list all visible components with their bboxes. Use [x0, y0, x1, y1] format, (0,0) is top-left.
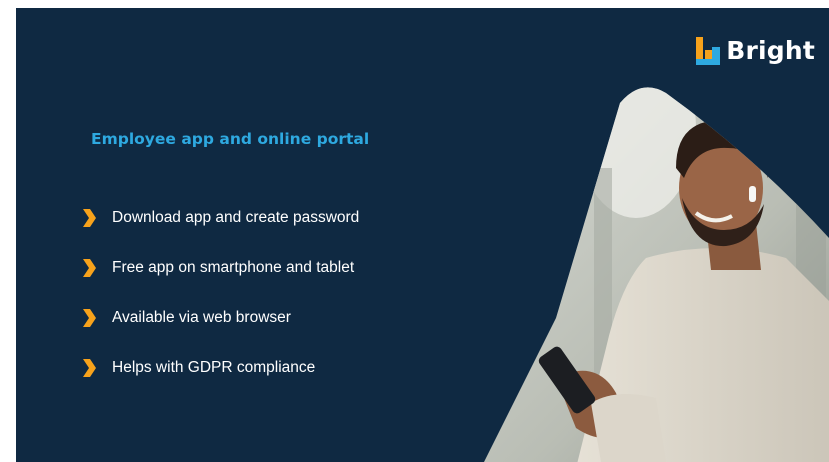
brand-logo: Bright	[696, 36, 815, 65]
list-item-text: Download app and create password	[112, 209, 360, 226]
list-item: Download app and create password	[82, 205, 359, 231]
list-item: Free app on smartphone and tablet	[82, 255, 359, 281]
list-item-text: Free app on smartphone and tablet	[112, 259, 355, 276]
list-item-text: Available via web browser	[112, 309, 291, 326]
chevron-right-icon	[83, 359, 96, 377]
slide-heading: Employee app and online portal	[91, 130, 370, 148]
bright-logo-icon	[696, 36, 721, 65]
brand-name: Bright	[726, 36, 815, 65]
feature-list: Download app and create password Free ap…	[82, 205, 359, 405]
list-item: Available via web browser	[82, 305, 359, 331]
chevron-right-icon	[83, 309, 96, 327]
chevron-right-icon	[83, 209, 96, 227]
chevron-right-icon	[83, 259, 96, 277]
presentation-slide: Bright Employee app and online portal Do…	[16, 8, 829, 462]
list-item: Helps with GDPR compliance	[82, 355, 359, 381]
list-item-text: Helps with GDPR compliance	[112, 359, 316, 376]
